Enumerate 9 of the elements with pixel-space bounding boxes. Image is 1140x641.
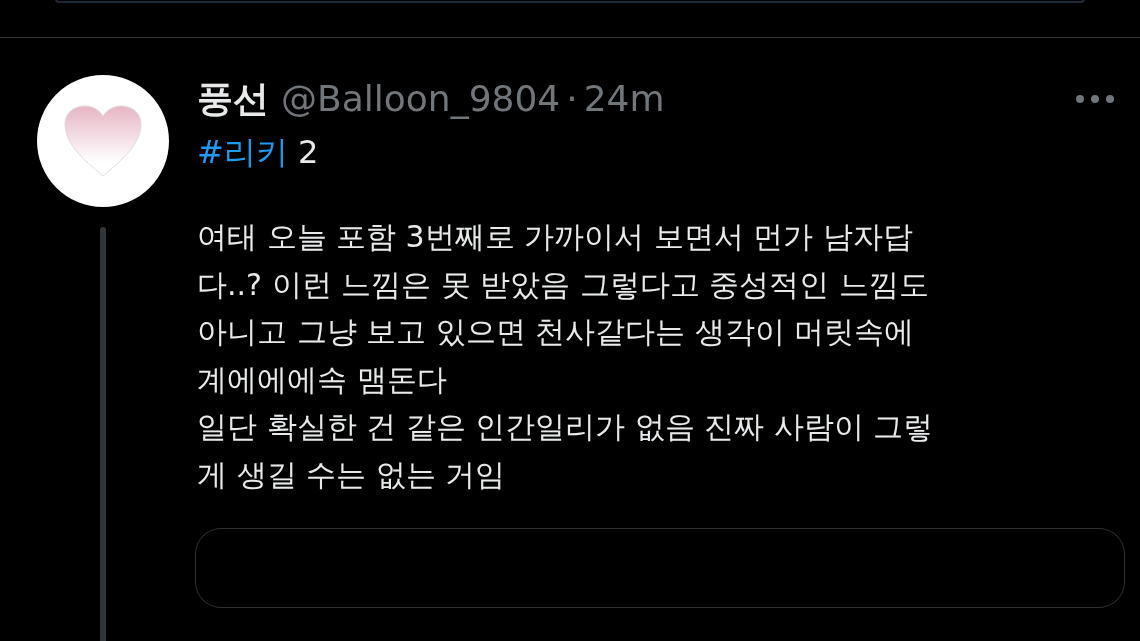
- hashtag-link[interactable]: #리키: [197, 133, 288, 171]
- display-name[interactable]: 풍선: [197, 75, 269, 123]
- tweet-text: 2: [298, 133, 319, 171]
- user-handle[interactable]: @Balloon_9804: [281, 75, 561, 123]
- separator: ·: [566, 77, 578, 121]
- timestamp[interactable]: 24m: [583, 75, 665, 123]
- heart-icon: [63, 103, 143, 179]
- more-icon[interactable]: [1075, 94, 1115, 104]
- tweet-body: 여태 오늘 포함 3번째로 가까이서 보면서 먼가 남자답 다..? 이런 느낌은 못 받았음 그렇다고 중성적인 느낌도 아니고 그냥 보고 있으면 천사같다는 생각이 머릿속에 계에에에속 맴돈다 일단 확실한 건 같은 인간일리가 없음 진짜 사람이 그렇 게 생길 수는 없는 거임: [197, 218, 935, 494]
